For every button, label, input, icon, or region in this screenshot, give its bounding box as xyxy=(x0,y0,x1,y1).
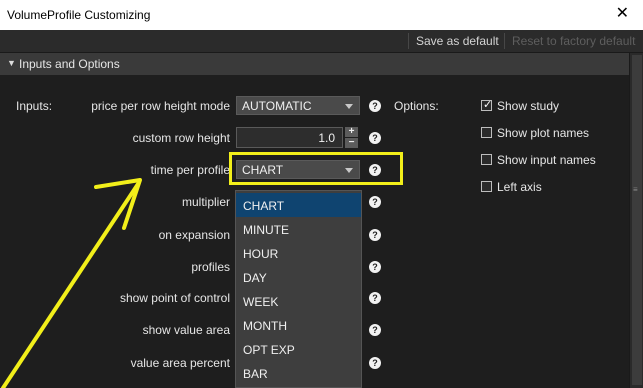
annotation-arrow xyxy=(1,178,142,388)
